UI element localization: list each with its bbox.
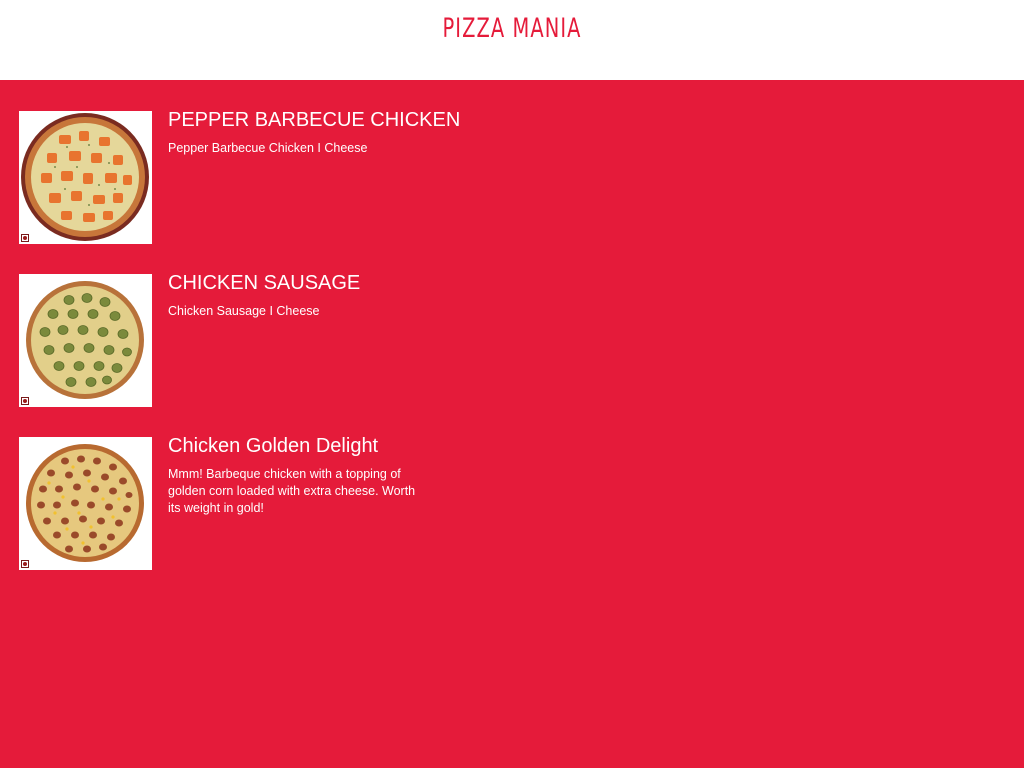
- menu-item[interactable]: PEPPER BARBECUE CHICKEN Pepper Barbecue …: [19, 109, 719, 245]
- non-veg-indicator-icon: [21, 234, 29, 242]
- non-veg-indicator-icon: [21, 560, 29, 568]
- pizza-chicken-golden-delight-image: [26, 444, 144, 562]
- pizza-chicken-sausage-image: [26, 281, 144, 399]
- pizza-image[interactable]: [19, 437, 152, 570]
- pizza-pepper-barbecue-chicken-image: [21, 113, 149, 241]
- menu-item[interactable]: Chicken Golden Delight Mmm! Barbeque chi…: [19, 435, 719, 571]
- item-description: Chicken Sausage I Cheese: [168, 304, 320, 318]
- pizza-image[interactable]: [19, 274, 152, 407]
- item-description: Mmm! Barbeque chicken with a topping of …: [168, 467, 416, 515]
- brand-title: PIZZA MANIA: [442, 13, 582, 44]
- header: PIZZA MANIA: [0, 0, 1024, 80]
- non-veg-indicator-icon: [21, 397, 29, 405]
- item-title[interactable]: Chicken Golden Delight: [168, 435, 378, 458]
- item-title[interactable]: CHICKEN SAUSAGE: [168, 272, 360, 295]
- menu-item[interactable]: CHICKEN SAUSAGE Chicken Sausage I Cheese: [19, 272, 719, 408]
- pizza-image[interactable]: [19, 111, 152, 244]
- item-description: Pepper Barbecue Chicken I Cheese: [168, 141, 368, 155]
- item-title[interactable]: PEPPER BARBECUE CHICKEN: [168, 109, 460, 132]
